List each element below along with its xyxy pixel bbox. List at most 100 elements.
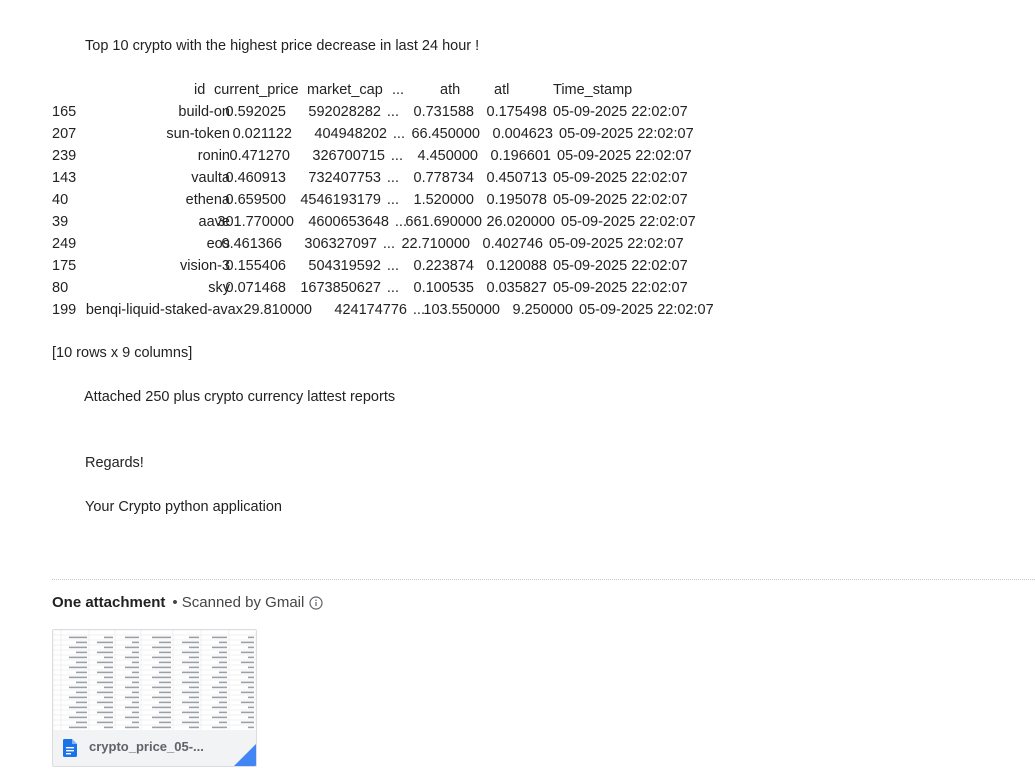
preview-cell-text xyxy=(97,721,113,724)
preview-cell-text xyxy=(97,641,113,644)
preview-cell-text xyxy=(241,641,254,644)
table-cell-time: 05-09-2025 22:02:07 xyxy=(553,170,688,186)
preview-cell-text xyxy=(212,676,227,679)
preview-cell-text xyxy=(125,706,139,709)
table-cell-id: ethena xyxy=(185,192,230,208)
preview-cell-text xyxy=(219,691,227,694)
table-summary: [10 rows x 9 columns] xyxy=(52,345,193,361)
preview-cell-text xyxy=(125,666,139,669)
preview-cell-text xyxy=(212,706,227,709)
preview-cell-text xyxy=(97,691,113,694)
preview-cell-text xyxy=(212,686,227,689)
header-current-price: current_price xyxy=(214,82,299,98)
table-cell-cap: 404948202 xyxy=(314,126,387,142)
preview-cell-text xyxy=(219,661,227,664)
preview-cell-text xyxy=(104,676,113,679)
table-cell-ath: 22.710000 xyxy=(401,236,470,252)
table-cell-idx: 39 xyxy=(52,214,69,230)
preview-cell-text xyxy=(125,646,139,649)
preview-cell-text xyxy=(69,636,87,639)
preview-cell-text xyxy=(219,641,227,644)
header-atl: atl xyxy=(494,82,510,98)
preview-cell-text xyxy=(159,721,171,724)
preview-cell-text xyxy=(125,656,139,659)
preview-cell-text xyxy=(132,651,139,654)
attachments-divider xyxy=(52,579,1035,580)
preview-cell-text xyxy=(189,656,199,659)
preview-cell-text xyxy=(104,716,113,719)
table-cell-atl: 0.450713 xyxy=(486,170,547,186)
table-cell-idx: 175 xyxy=(52,258,77,274)
table-cell-ell: ... xyxy=(382,236,395,252)
regards-text: Regards! xyxy=(85,455,144,471)
preview-cell-text xyxy=(97,711,113,714)
table-cell-id: sun-token xyxy=(166,126,230,142)
table-cell-ath: 66.450000 xyxy=(411,126,480,142)
table-cell-ell: ... xyxy=(392,126,405,142)
preview-cell-text xyxy=(182,701,199,704)
preview-cell-text xyxy=(69,716,87,719)
preview-cell-text xyxy=(189,636,199,639)
info-circle-icon[interactable] xyxy=(309,595,323,610)
table-cell-cap: 504319592 xyxy=(308,258,381,274)
preview-cell-text xyxy=(152,676,171,679)
preview-cell-text xyxy=(104,696,113,699)
preview-cell-text xyxy=(219,701,227,704)
preview-cell-text xyxy=(69,686,87,689)
table-cell-price: 0.592025 xyxy=(225,104,286,120)
table-cell-idx: 165 xyxy=(52,104,77,120)
preview-cell-text xyxy=(189,676,199,679)
table-cell-time: 05-09-2025 22:02:07 xyxy=(553,258,688,274)
preview-cell-text xyxy=(125,696,139,699)
preview-cell-text xyxy=(76,681,87,684)
preview-cell-text xyxy=(189,706,199,709)
attachment-file-name[interactable]: crypto_price_05-... xyxy=(89,739,204,754)
table-cell-cap: 306327097 xyxy=(304,236,377,252)
table-cell-idx: 143 xyxy=(52,170,77,186)
preview-cell-text xyxy=(76,691,87,694)
preview-cell-text xyxy=(152,706,171,709)
table-cell-cap: 732407753 xyxy=(308,170,381,186)
preview-cell-text xyxy=(248,696,254,699)
table-cell-price: 0.460913 xyxy=(225,170,286,186)
preview-cell-text xyxy=(76,671,87,674)
table-cell-cap: 424174776 xyxy=(334,302,407,318)
header-ath: ath xyxy=(440,82,461,98)
attachment-card[interactable]: crypto_price_05-... xyxy=(52,629,257,767)
table-cell-atl: 26.020000 xyxy=(486,214,555,230)
preview-cell-text xyxy=(248,676,254,679)
table-cell-ell: ... xyxy=(386,170,399,186)
preview-cell-text xyxy=(152,636,171,639)
preview-cell-text xyxy=(182,711,199,714)
preview-cell-text xyxy=(212,656,227,659)
preview-cell-text xyxy=(248,666,254,669)
preview-cell-text xyxy=(248,686,254,689)
preview-cell-text xyxy=(76,661,87,664)
table-cell-ath: 4.450000 xyxy=(417,148,478,164)
preview-cell-text xyxy=(189,646,199,649)
preview-cell-text xyxy=(97,661,113,664)
table-cell-atl: 0.196601 xyxy=(490,148,551,164)
table-cell-atl: 0.402746 xyxy=(482,236,543,252)
preview-cell-text xyxy=(132,671,139,674)
signature-text: Your Crypto python application xyxy=(85,499,282,515)
preview-cell-text xyxy=(104,726,113,729)
preview-cell-text xyxy=(189,716,199,719)
table-cell-atl: 0.120088 xyxy=(486,258,547,274)
preview-cell-text xyxy=(212,696,227,699)
preview-cell-text xyxy=(182,681,199,684)
preview-cell-text xyxy=(152,726,171,729)
preview-cell-text xyxy=(159,661,171,664)
preview-cell-text xyxy=(132,721,139,724)
table-cell-price: 301.770000 xyxy=(217,214,294,230)
preview-cell-text xyxy=(159,681,171,684)
preview-cell-text xyxy=(132,691,139,694)
preview-cell-text xyxy=(159,671,171,674)
table-cell-id: vaulta xyxy=(191,170,230,186)
preview-cell-text xyxy=(219,711,227,714)
table-cell-atl: 0.175498 xyxy=(486,104,547,120)
preview-cell-text xyxy=(248,716,254,719)
preview-cell-text xyxy=(212,716,227,719)
table-cell-ath: 0.731588 xyxy=(413,104,474,120)
preview-cell-text xyxy=(241,691,254,694)
